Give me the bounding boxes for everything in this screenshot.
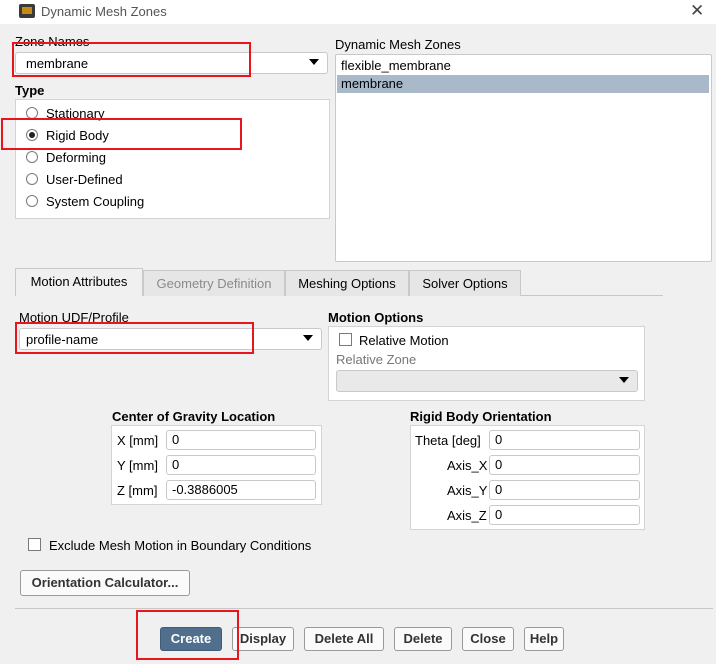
axis-y-label: Axis_Y xyxy=(447,483,488,498)
axis-y-input[interactable]: 0 xyxy=(489,480,640,500)
cog-z-label: Z [mm] xyxy=(117,483,158,498)
dynamic-mesh-zones-list[interactable]: flexible_membrane membrane xyxy=(335,54,712,262)
axis-z-input[interactable]: 0 xyxy=(489,505,640,525)
dynamic-mesh-zones-label: Dynamic Mesh Zones xyxy=(335,37,461,52)
display-button[interactable]: Display xyxy=(232,627,294,651)
window-title: Dynamic Mesh Zones xyxy=(41,4,167,19)
relative-motion-label: Relative Motion xyxy=(359,333,449,348)
highlight-rigid-body xyxy=(1,118,242,150)
tab-solver-options[interactable]: Solver Options xyxy=(409,270,521,296)
orientation-calculator-button[interactable]: Orientation Calculator... xyxy=(20,570,190,596)
highlight-motion-udf xyxy=(15,322,254,354)
list-item-flexible-membrane[interactable]: flexible_membrane xyxy=(337,57,709,75)
exclude-mesh-motion-label: Exclude Mesh Motion in Boundary Conditio… xyxy=(49,538,312,553)
delete-button[interactable]: Delete xyxy=(394,627,452,651)
radio-system-coupling[interactable] xyxy=(26,195,38,207)
app-icon xyxy=(19,4,35,18)
tab-geometry-definition[interactable]: Geometry Definition xyxy=(143,270,285,296)
delete-all-button[interactable]: Delete All xyxy=(304,627,384,651)
chevron-down-icon xyxy=(309,59,319,65)
orientation-label: Rigid Body Orientation xyxy=(410,409,552,424)
motion-options-label: Motion Options xyxy=(328,310,424,325)
exclude-mesh-motion-checkbox[interactable] xyxy=(28,538,41,551)
help-button[interactable]: Help xyxy=(524,627,564,651)
cog-x-input[interactable]: 0 xyxy=(166,430,316,450)
tab-motion-attributes[interactable]: Motion Attributes xyxy=(15,268,143,296)
relative-motion-checkbox[interactable] xyxy=(339,333,352,346)
axis-x-input[interactable]: 0 xyxy=(489,455,640,475)
list-item-membrane[interactable]: membrane xyxy=(337,75,709,93)
cog-x-label: X [mm] xyxy=(117,433,159,448)
theta-input[interactable]: 0 xyxy=(489,430,640,450)
radio-system-coupling-label: System Coupling xyxy=(46,194,145,209)
radio-deforming-label: Deforming xyxy=(46,150,106,165)
chevron-down-icon xyxy=(303,335,313,341)
relative-zone-label: Relative Zone xyxy=(336,352,417,367)
radio-user-defined-label: User-Defined xyxy=(46,172,123,187)
axis-z-label: Axis_Z xyxy=(447,508,487,523)
radio-deforming[interactable] xyxy=(26,151,38,163)
axis-x-label: Axis_X xyxy=(447,458,488,473)
type-label: Type xyxy=(15,83,45,98)
tab-meshing-options[interactable]: Meshing Options xyxy=(285,270,409,296)
theta-label: Theta [deg] xyxy=(415,433,481,448)
close-icon[interactable]: ✕ xyxy=(690,1,704,21)
cog-z-input[interactable]: -0.3886005 xyxy=(166,480,316,500)
cog-y-input[interactable]: 0 xyxy=(166,455,316,475)
highlight-zone-names xyxy=(12,42,251,77)
cog-y-label: Y [mm] xyxy=(117,458,158,473)
cog-label: Center of Gravity Location xyxy=(112,409,276,424)
highlight-create xyxy=(136,610,239,660)
relative-zone-dropdown[interactable] xyxy=(336,370,638,392)
radio-user-defined[interactable] xyxy=(26,173,38,185)
close-button[interactable]: Close xyxy=(462,627,514,651)
button-bar-divider xyxy=(15,608,713,609)
chevron-down-icon xyxy=(619,377,629,383)
